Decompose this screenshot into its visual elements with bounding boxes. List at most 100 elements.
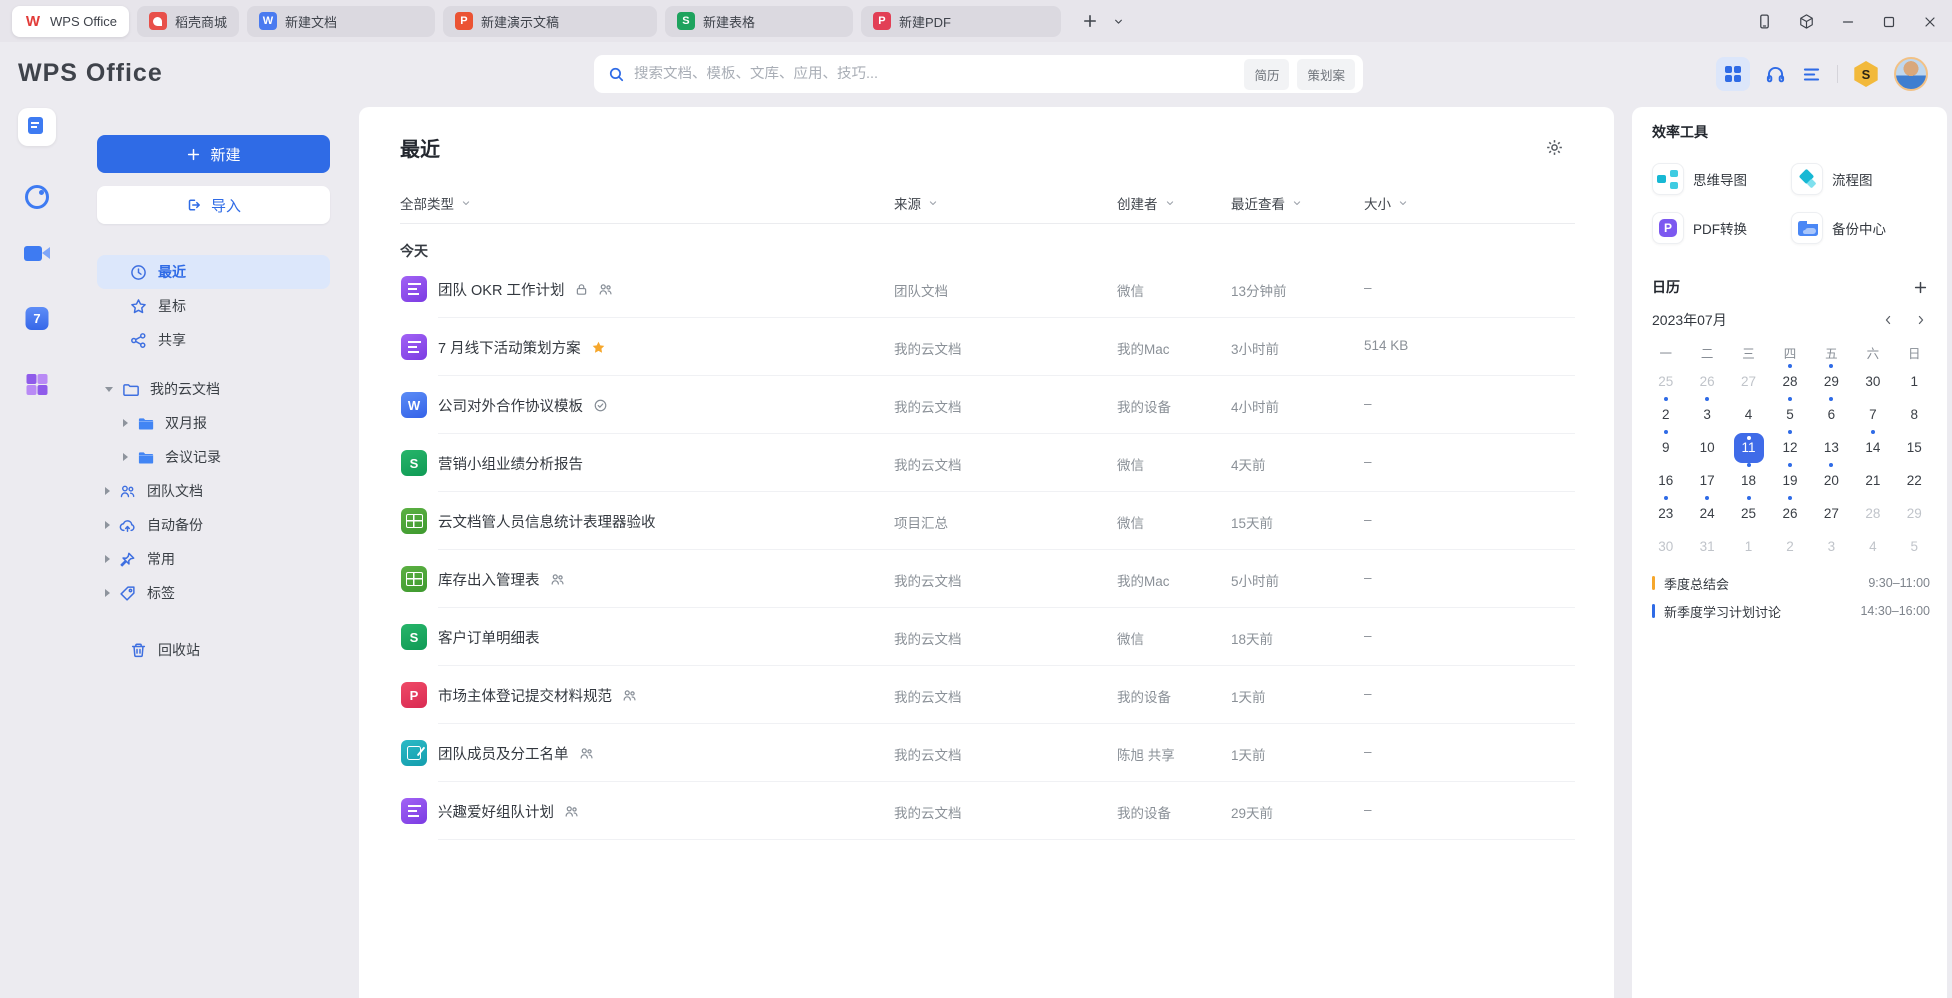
close-button[interactable] — [1922, 14, 1938, 30]
calendar-day[interactable]: 11 — [1734, 433, 1764, 463]
calendar-day[interactable]: 19 — [1775, 466, 1805, 496]
caret-right-icon[interactable] — [105, 521, 110, 529]
sidebar-item-tags[interactable]: 标签 — [97, 576, 330, 610]
calendar-day[interactable]: 31 — [1692, 532, 1722, 562]
tab-new-pdf[interactable]: 新建PDF — [861, 6, 1061, 37]
calendar-day[interactable]: 5 — [1775, 400, 1805, 430]
calendar-day[interactable]: 15 — [1899, 433, 1929, 463]
filter-size[interactable]: 大小 — [1364, 193, 1409, 213]
calendar-day[interactable]: 28 — [1858, 499, 1888, 529]
file-row[interactable]: 市场主体登记提交材料规范 我的云文档 我的设备 1天前 – — [359, 666, 1614, 724]
meeting-app-icon[interactable] — [24, 246, 50, 261]
caret-right-icon[interactable] — [105, 487, 110, 495]
calendar-day[interactable]: 4 — [1858, 532, 1888, 562]
calendar-day[interactable]: 25 — [1734, 499, 1764, 529]
sidebar-item-auto-backup[interactable]: 自动备份 — [97, 508, 330, 542]
calendar-day[interactable]: 21 — [1858, 466, 1888, 496]
calendar-day[interactable]: 3 — [1692, 400, 1722, 430]
file-row[interactable]: 营销小组业绩分析报告 我的云文档 微信 4天前 – — [359, 434, 1614, 492]
sidebar-item-trash[interactable]: 回收站 — [97, 633, 330, 667]
file-row[interactable]: 7 月线下活动策划方案 我的云文档 我的Mac 3小时前 514 KB — [359, 318, 1614, 376]
calendar-day[interactable]: 12 — [1775, 433, 1805, 463]
file-row[interactable]: 客户订单明细表 我的云文档 微信 18天前 – — [359, 608, 1614, 666]
workspace-cube-icon[interactable] — [1798, 13, 1815, 30]
calendar-day[interactable]: 13 — [1816, 433, 1846, 463]
maximize-button[interactable] — [1881, 14, 1897, 30]
tool-pdf-convert[interactable]: PDF转换 — [1652, 208, 1791, 248]
add-event-button[interactable] — [1913, 280, 1928, 295]
calendar-day[interactable]: 20 — [1816, 466, 1846, 496]
calendar-day[interactable]: 7 — [1858, 400, 1888, 430]
calendar-next-button[interactable] — [1914, 313, 1928, 327]
minimize-button[interactable] — [1840, 14, 1856, 30]
file-row[interactable]: 公司对外合作协议模板 我的云文档 我的设备 4小时前 – — [359, 376, 1614, 434]
filter-all-types[interactable]: 全部类型 — [400, 193, 472, 213]
user-avatar[interactable] — [1894, 57, 1928, 91]
tab-new-presentation[interactable]: 新建演示文稿 — [443, 6, 657, 37]
file-row[interactable]: 团队 OKR 工作计划 团队文档 微信 13分钟前 – — [359, 260, 1614, 318]
tab-new-document[interactable]: 新建文档 — [247, 6, 435, 37]
sidebar-item-my-cloud-docs[interactable]: 我的云文档 — [97, 372, 330, 406]
filter-source[interactable]: 来源 — [894, 193, 939, 213]
calendar-day[interactable]: 8 — [1899, 400, 1929, 430]
gear-icon[interactable] — [1545, 138, 1564, 157]
calendar-day[interactable]: 29 — [1899, 499, 1929, 529]
calendar-day[interactable]: 17 — [1692, 466, 1722, 496]
new-button[interactable]: 新建 — [97, 135, 330, 173]
calendar-day[interactable]: 14 — [1858, 433, 1888, 463]
calendar-day[interactable]: 4 — [1734, 400, 1764, 430]
calendar-day[interactable]: 26 — [1692, 367, 1722, 397]
tab-wps-home[interactable]: WPS Office — [12, 6, 129, 37]
calendar-day[interactable]: 22 — [1899, 466, 1929, 496]
calendar-day[interactable]: 18 — [1734, 466, 1764, 496]
tab-list-chevron-icon[interactable] — [1112, 15, 1125, 28]
file-row[interactable]: 库存出入管理表 我的云文档 我的Mac 5小时前 – — [359, 550, 1614, 608]
calendar-day[interactable]: 26 — [1775, 499, 1805, 529]
tab-new-spreadsheet[interactable]: 新建表格 — [665, 6, 853, 37]
vip-badge-icon[interactable] — [1853, 61, 1879, 87]
caret-right-icon[interactable] — [105, 589, 110, 597]
calendar-day[interactable]: 9 — [1651, 433, 1681, 463]
caret-right-icon[interactable] — [123, 419, 128, 427]
calendar-day[interactable]: 6 — [1816, 400, 1846, 430]
calendar-day[interactable]: 28 — [1775, 367, 1805, 397]
calendar-day[interactable]: 16 — [1651, 466, 1681, 496]
more-apps-icon[interactable] — [27, 374, 48, 395]
filter-last-viewed[interactable]: 最近查看 — [1231, 193, 1303, 213]
chat-app-icon[interactable] — [25, 185, 49, 209]
sidebar-item-shared[interactable]: 共享 — [97, 323, 330, 357]
filter-creator[interactable]: 创建者 — [1117, 193, 1176, 213]
calendar-day[interactable]: 25 — [1651, 367, 1681, 397]
calendar-day[interactable]: 23 — [1651, 499, 1681, 529]
search-input[interactable] — [634, 66, 1236, 82]
calendar-day[interactable]: 27 — [1816, 499, 1846, 529]
caret-right-icon[interactable] — [123, 453, 128, 461]
file-row[interactable]: 兴趣爱好组队计划 我的云文档 我的设备 29天前 – — [359, 782, 1614, 840]
sidebar-item-bimonthly-report[interactable]: 双月报 — [97, 406, 330, 440]
documents-app-icon[interactable] — [18, 108, 56, 146]
calendar-day[interactable]: 27 — [1734, 367, 1764, 397]
tab-docer-store[interactable]: 稻壳商城 — [137, 6, 239, 37]
calendar-day[interactable]: 24 — [1692, 499, 1722, 529]
tool-mindmap[interactable]: 思维导图 — [1652, 159, 1791, 199]
calendar-day[interactable]: 29 — [1816, 367, 1846, 397]
calendar-day[interactable]: 1 — [1734, 532, 1764, 562]
tool-backup-center[interactable]: 备份中心 — [1791, 208, 1930, 248]
calendar-day[interactable]: 10 — [1692, 433, 1722, 463]
schedule-item[interactable]: 新季度学习计划讨论 14:30–16:00 — [1652, 597, 1930, 625]
sidebar-item-starred[interactable]: 星标 — [97, 289, 330, 323]
calendar-day[interactable]: 30 — [1651, 532, 1681, 562]
feed-list-icon[interactable] — [1801, 64, 1822, 85]
import-button[interactable]: 导入 — [97, 186, 330, 224]
global-search-bar[interactable]: 简历 策划案 — [594, 55, 1363, 93]
search-tag-resume[interactable]: 简历 — [1244, 59, 1289, 90]
calendar-day[interactable]: 2 — [1775, 532, 1805, 562]
calendar-day[interactable]: 2 — [1651, 400, 1681, 430]
calendar-day[interactable]: 5 — [1899, 532, 1929, 562]
mobile-connect-icon[interactable] — [1756, 13, 1773, 30]
caret-right-icon[interactable] — [105, 555, 110, 563]
schedule-item[interactable]: 季度总结会 9:30–11:00 — [1652, 569, 1930, 597]
search-tag-plan[interactable]: 策划案 — [1297, 59, 1355, 90]
new-tab-button[interactable] — [1082, 13, 1098, 29]
sidebar-item-meeting-notes[interactable]: 会议记录 — [97, 440, 330, 474]
